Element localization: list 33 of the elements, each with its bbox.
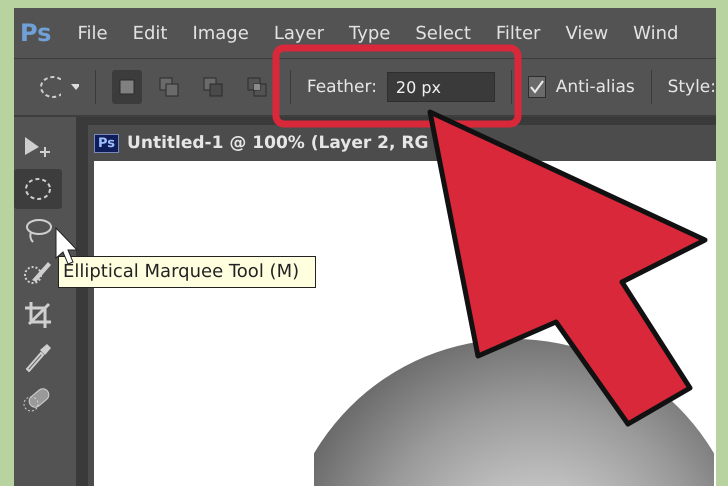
selection-mode-button[interactable] — [112, 70, 142, 104]
menu-item[interactable]: Select — [415, 22, 471, 44]
eyedropper-icon — [23, 342, 53, 372]
menu-item[interactable]: Layer — [274, 22, 324, 44]
document-logo: Ps — [94, 134, 120, 152]
menu-item[interactable]: Image — [192, 22, 249, 44]
feather-field[interactable]: 20 px — [386, 72, 495, 102]
feather-label: Feather: — [306, 77, 377, 97]
menu-item[interactable]: Edit — [132, 22, 168, 44]
check-icon — [528, 79, 545, 95]
menu-item[interactable]: File — [77, 22, 108, 44]
app-logo: Ps — [20, 19, 52, 47]
tooltip: Elliptical Marquee Tool (M) — [58, 256, 316, 288]
anti-alias-checkbox[interactable] — [528, 76, 546, 98]
cursor-icon — [56, 226, 78, 265]
menu-item[interactable]: Wind — [633, 22, 678, 44]
menu-item[interactable]: Type — [349, 22, 390, 44]
anti-alias-label: Anti-alias — [556, 77, 635, 97]
document-tab-title[interactable]: Untitled-1 @ 100% (Layer 2, RG — [127, 133, 428, 153]
intersect-selection-icon — [246, 76, 268, 98]
elliptical-marquee-icon — [38, 75, 62, 99]
move-tool-icon — [23, 135, 53, 159]
elliptical-marquee-icon — [23, 176, 53, 202]
tool-button[interactable] — [14, 169, 62, 209]
add-selection-icon — [158, 76, 180, 98]
menu-item[interactable]: View — [565, 22, 608, 44]
subtract-selection-icon — [202, 76, 224, 98]
menu-item[interactable]: Filter — [496, 22, 540, 44]
caret-icon[interactable] — [71, 84, 80, 90]
new-selection-icon — [118, 78, 136, 96]
style-label: Style: — [668, 77, 716, 97]
lasso-icon — [23, 217, 53, 245]
crop-icon — [23, 300, 53, 330]
